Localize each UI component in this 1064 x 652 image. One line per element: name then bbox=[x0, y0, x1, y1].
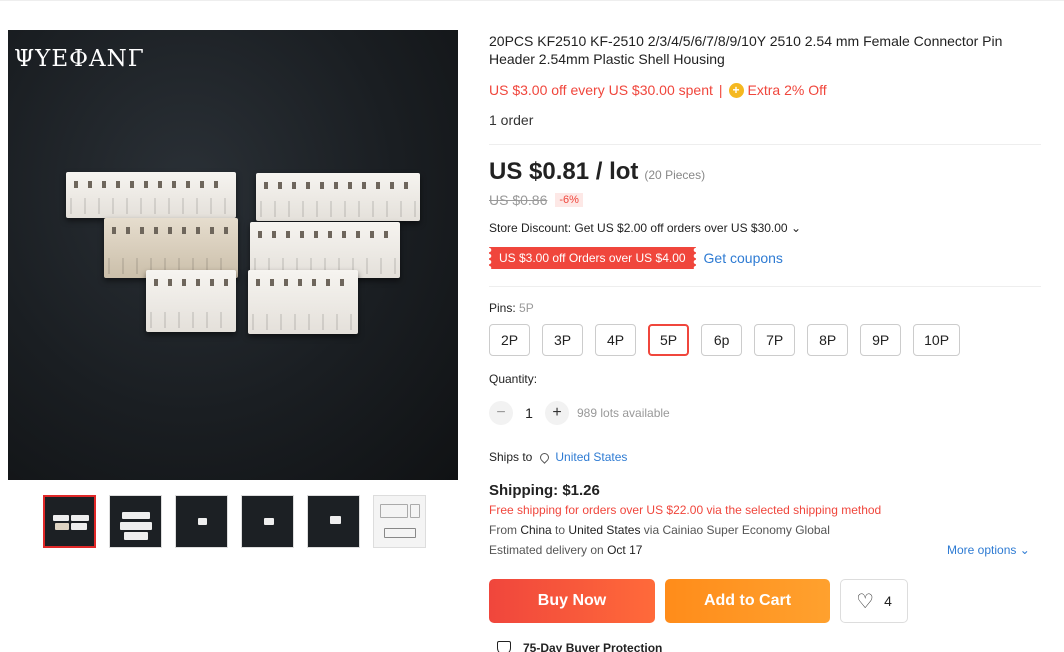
pin-option-2p[interactable]: 2P bbox=[489, 324, 530, 356]
thumbnail-5[interactable] bbox=[307, 495, 360, 548]
shipping-cost: Shipping: $1.26 bbox=[489, 482, 600, 499]
store-discount[interactable]: Store Discount: Get US $2.00 off orders … bbox=[489, 221, 801, 235]
est-prefix: Estimated delivery on bbox=[489, 543, 604, 557]
to-country: United States bbox=[568, 523, 641, 537]
thumbnail-3[interactable] bbox=[175, 495, 228, 548]
pins-options: 2P 3P 4P 5P 6p 7P 8P 9P 10P bbox=[489, 324, 961, 356]
get-coupons-link[interactable]: Get coupons bbox=[704, 250, 783, 266]
est-date: Oct 17 bbox=[607, 543, 643, 557]
thumbnail-1[interactable] bbox=[43, 495, 96, 548]
shipping-route: From China to United States via Cainiao … bbox=[489, 523, 830, 537]
from-prefix: From bbox=[489, 523, 517, 537]
wishlist-button[interactable]: ♡ 4 bbox=[840, 579, 908, 623]
extra-off-text[interactable]: Extra 2% Off bbox=[748, 82, 827, 98]
store-discount-text: Store Discount: Get US $2.00 off orders … bbox=[489, 221, 788, 235]
pins-label: Pins: 5P bbox=[489, 301, 534, 315]
estimated-delivery: Estimated delivery on Oct 17 bbox=[489, 543, 642, 557]
shipping-method: via Cainiao Super Economy Global bbox=[643, 523, 830, 537]
more-options-link[interactable]: More options ⌄ bbox=[947, 543, 1030, 557]
thumbnail-6-diagram[interactable] bbox=[373, 495, 426, 548]
top-divider bbox=[0, 0, 1064, 1]
chevron-down-icon: ⌄ bbox=[790, 221, 802, 235]
chevron-down-icon: ⌄ bbox=[1019, 543, 1030, 557]
promo-line: US $3.00 off every US $30.00 spent | + E… bbox=[489, 82, 827, 98]
coin-icon: + bbox=[728, 82, 744, 98]
ships-to-country[interactable]: United States bbox=[555, 450, 627, 464]
buyer-protection-label: 75-Day Buyer Protection bbox=[523, 641, 663, 652]
from-country: China bbox=[520, 523, 552, 537]
pins-label-text: Pins: bbox=[489, 301, 516, 315]
free-shipping-note: Free shipping for orders over US $22.00 … bbox=[489, 503, 882, 517]
pin-option-3p[interactable]: 3P bbox=[542, 324, 583, 356]
buyer-protection: 75-Day Buyer Protection bbox=[497, 641, 662, 652]
thumbnail-strip bbox=[43, 495, 426, 548]
connector-housing-image bbox=[256, 173, 420, 221]
connector-housing-image bbox=[248, 270, 358, 334]
main-product-image[interactable]: ΨΥΕΦΑΝΓ bbox=[8, 30, 458, 480]
lots-available: 989 lots available bbox=[577, 406, 670, 420]
ships-to-label: Ships to bbox=[489, 450, 533, 464]
coupon-row: US $3.00 off Orders over US $4.00 Get co… bbox=[489, 247, 783, 269]
pin-option-4p[interactable]: 4P bbox=[595, 324, 636, 356]
product-title: 20PCS KF2510 KF-2510 2/3/4/5/6/7/8/9/10Y… bbox=[489, 33, 1003, 67]
quantity-label: Quantity: bbox=[489, 372, 538, 386]
current-price: US $0.81 / lot bbox=[489, 158, 639, 185]
pin-option-6p[interactable]: 6p bbox=[701, 324, 743, 356]
quantity-input[interactable]: 1 bbox=[513, 405, 545, 421]
brand-watermark: ΨΥΕΦΑΝΓ bbox=[14, 46, 145, 72]
pin-option-7p[interactable]: 7P bbox=[754, 324, 796, 356]
connector-housing-image bbox=[104, 218, 238, 278]
order-count: 1 order bbox=[489, 112, 534, 128]
pin-option-9p[interactable]: 9P bbox=[860, 324, 902, 356]
location-pin-icon bbox=[538, 450, 552, 464]
pin-option-5p[interactable]: 5P bbox=[648, 324, 690, 356]
wishlist-count: 4 bbox=[884, 593, 892, 609]
to-word: to bbox=[555, 523, 566, 537]
ships-to: Ships to United States bbox=[489, 450, 627, 464]
connector-housing-image bbox=[146, 270, 236, 332]
divider bbox=[489, 286, 1041, 287]
thumbnail-2[interactable] bbox=[109, 495, 162, 548]
more-options-text: More options bbox=[947, 543, 1017, 557]
buy-now-button[interactable]: Buy Now bbox=[489, 579, 655, 623]
add-to-cart-button[interactable]: Add to Cart bbox=[665, 579, 830, 623]
shield-icon bbox=[497, 641, 511, 652]
promo-separator: | bbox=[718, 82, 723, 98]
coupon-badge[interactable]: US $3.00 off Orders over US $4.00 bbox=[489, 247, 696, 269]
pin-option-10p[interactable]: 10P bbox=[913, 324, 961, 356]
store-promo-text: US $3.00 off every US $30.00 spent bbox=[489, 82, 713, 98]
pin-option-8p[interactable]: 8P bbox=[807, 324, 849, 356]
old-price-block: US $0.86 -6% bbox=[489, 192, 583, 208]
quantity-decrease-button[interactable]: − bbox=[489, 401, 513, 425]
pins-selected-value: 5P bbox=[519, 301, 534, 315]
discount-badge: -6% bbox=[555, 193, 583, 207]
pieces-count: (20 Pieces) bbox=[644, 168, 706, 182]
heart-icon: ♡ bbox=[856, 590, 875, 613]
quantity-increase-button[interactable]: + bbox=[545, 401, 569, 425]
quantity-stepper: − 1 + 989 lots available bbox=[489, 401, 670, 425]
thumbnail-4[interactable] bbox=[241, 495, 294, 548]
divider bbox=[489, 144, 1041, 145]
connector-housing-image bbox=[66, 172, 236, 218]
action-buttons: Buy Now Add to Cart ♡ 4 bbox=[489, 579, 908, 623]
price-block: US $0.81 / lot (20 Pieces) bbox=[489, 158, 705, 186]
original-price: US $0.86 bbox=[489, 192, 548, 208]
